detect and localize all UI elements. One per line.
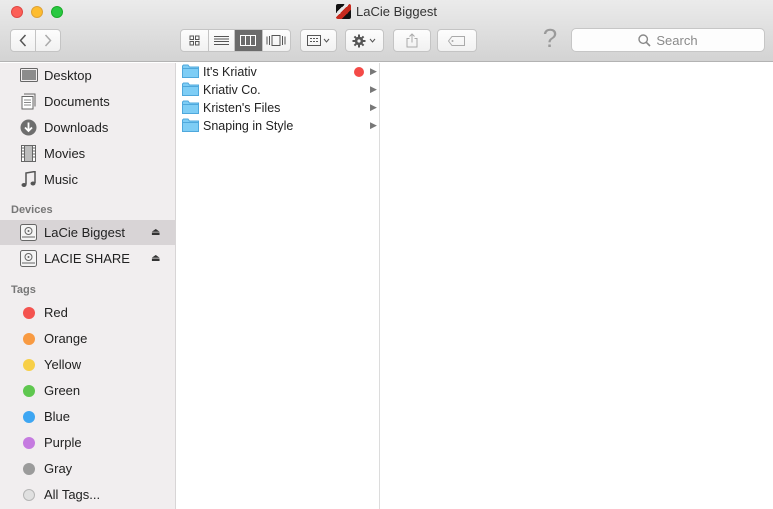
- sidebar-section-devices: Devices: [11, 204, 53, 216]
- sidebar-section-tags: Tags: [11, 284, 36, 296]
- sidebar-tag-label: Purple: [44, 435, 82, 450]
- sidebar-tag-label: Blue: [44, 409, 71, 424]
- sidebar-item-movies[interactable]: Movies: [0, 141, 175, 166]
- sidebar-all-tags[interactable]: All Tags...: [0, 482, 175, 507]
- sidebar-tag-label: Yellow: [44, 357, 82, 372]
- sidebar-tag-label: Orange: [44, 331, 88, 346]
- forward-button[interactable]: [36, 30, 60, 51]
- share-button[interactable]: [393, 29, 431, 52]
- sidebar-tag-yellow[interactable]: Yellow: [0, 352, 175, 377]
- music-icon: [19, 170, 38, 189]
- sidebar-tag-gray[interactable]: Gray: [0, 456, 175, 481]
- sidebar-tag-label: Red: [44, 305, 68, 320]
- sidebar-tag-label: Gray: [44, 461, 73, 476]
- eject-icon[interactable]: ⏏: [151, 253, 161, 264]
- movies-icon: [19, 144, 38, 163]
- sidebar-item-music[interactable]: Music: [0, 167, 175, 192]
- sidebar-tag-green[interactable]: Green: [0, 378, 175, 403]
- disclosure-arrow-icon: ▶: [370, 102, 377, 112]
- sidebar-item-label: Downloads: [44, 120, 109, 135]
- navigation-buttons: [10, 29, 61, 52]
- window-title-text: LaCie Biggest: [356, 4, 437, 19]
- tags-button[interactable]: [437, 29, 477, 52]
- cover-flow-icon: [266, 35, 286, 46]
- sidebar-item-lacie-share[interactable]: LACIE SHARE ⏏: [0, 246, 175, 271]
- list-view-icon: [213, 36, 229, 45]
- folder-icon: [182, 82, 199, 96]
- action-button[interactable]: [345, 29, 384, 52]
- folder-name: Kriativ Co.: [203, 83, 261, 97]
- hard-drive-icon: [19, 249, 38, 268]
- icon-view-icon: [189, 35, 200, 46]
- sidebar-item-label: Movies: [44, 146, 86, 161]
- chevron-right-icon: [44, 34, 52, 47]
- folder-row[interactable]: It's Kriativ ▶: [176, 63, 380, 81]
- folder-icon: [182, 64, 199, 78]
- disclosure-arrow-icon: ▶: [370, 66, 377, 76]
- chevron-left-icon: [19, 34, 26, 47]
- browser-column-1: It's Kriativ ▶ Kriativ Co. ▶ Kristen's F…: [176, 63, 380, 509]
- view-mode-control: [180, 29, 291, 52]
- folder-row[interactable]: Kristen's Files ▶: [176, 99, 380, 117]
- sidebar-item-label: Documents: [44, 94, 110, 109]
- search-placeholder: Search: [656, 32, 698, 48]
- folder-icon: [182, 118, 199, 132]
- tag-dot-icon: [19, 329, 38, 348]
- folder-name: Snaping in Style: [203, 119, 294, 133]
- window-title: LaCie Biggest: [0, 3, 773, 21]
- sidebar-item-desktop[interactable]: Desktop: [0, 63, 175, 88]
- folder-icon: [182, 100, 199, 114]
- sidebar-item-lacie-biggest[interactable]: LaCie Biggest ⏏: [0, 220, 175, 245]
- sidebar-item-downloads[interactable]: Downloads: [0, 115, 175, 140]
- tag-dot-icon: [19, 381, 38, 400]
- back-button[interactable]: [11, 30, 36, 51]
- column-view-button[interactable]: [235, 30, 263, 51]
- sidebar-tag-blue[interactable]: Blue: [0, 404, 175, 429]
- eject-icon[interactable]: ⏏: [151, 227, 161, 238]
- tag-dot-icon: [19, 459, 38, 478]
- cover-flow-button[interactable]: [263, 30, 290, 51]
- sidebar-tag-red[interactable]: Red: [0, 300, 175, 325]
- sidebar: Desktop Documents Downloads Movies Music…: [0, 63, 176, 509]
- folder-name: It's Kriativ: [203, 65, 257, 79]
- documents-icon: [19, 92, 38, 111]
- all-tags-icon: [19, 485, 38, 504]
- desktop-icon: [19, 66, 38, 85]
- lacie-drive-icon: [336, 4, 352, 19]
- help-button[interactable]: ?: [540, 24, 560, 52]
- sidebar-item-label: Music: [44, 172, 78, 187]
- arrange-button[interactable]: [300, 29, 337, 52]
- tag-dot-icon: [19, 407, 38, 426]
- disclosure-arrow-icon: ▶: [370, 120, 377, 130]
- downloads-icon: [19, 118, 38, 137]
- sidebar-tag-purple[interactable]: Purple: [0, 430, 175, 455]
- list-view-button[interactable]: [209, 30, 236, 51]
- sidebar-tag-label: All Tags...: [44, 487, 101, 502]
- tag-dot-icon: [19, 303, 38, 322]
- arrange-icon: [306, 35, 329, 46]
- search-field[interactable]: Search: [571, 28, 765, 52]
- tag-icon: [448, 35, 465, 46]
- folder-row[interactable]: Kriativ Co. ▶: [176, 81, 380, 99]
- hard-drive-icon: [19, 223, 38, 242]
- sidebar-tag-orange[interactable]: Orange: [0, 326, 175, 351]
- folder-row[interactable]: Snaping in Style ▶: [176, 117, 380, 135]
- column-view-icon: [240, 35, 257, 46]
- share-icon: [406, 33, 418, 48]
- tag-dot-icon: [19, 355, 38, 374]
- sidebar-item-label: Desktop: [44, 68, 92, 83]
- red-tag-dot: [354, 67, 364, 77]
- icon-view-button[interactable]: [181, 30, 209, 51]
- browser-column-2[interactable]: [381, 63, 773, 509]
- gear-icon: [352, 34, 375, 47]
- sidebar-item-label: LaCie Biggest: [44, 225, 125, 240]
- sidebar-item-documents[interactable]: Documents: [0, 89, 175, 114]
- disclosure-arrow-icon: ▶: [370, 84, 377, 94]
- folder-name: Kristen's Files: [203, 101, 281, 115]
- tag-dot-icon: [19, 433, 38, 452]
- sidebar-tag-label: Green: [44, 383, 81, 398]
- search-icon: [638, 33, 651, 47]
- sidebar-item-label: LACIE SHARE: [44, 251, 130, 266]
- window-toolbar: LaCie Biggest ? Search: [0, 0, 773, 62]
